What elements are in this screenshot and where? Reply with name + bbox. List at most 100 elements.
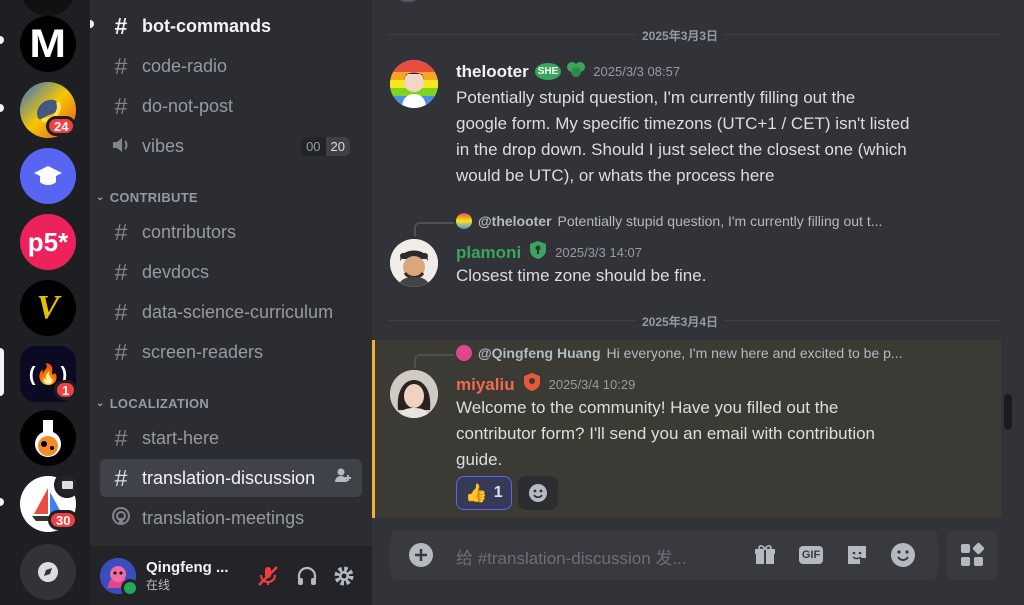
server-sailboat[interactable]: 30: [20, 472, 80, 532]
avatar[interactable]: [100, 557, 139, 597]
she-tag-icon: SHE: [534, 63, 562, 80]
hash-icon: #: [114, 424, 128, 451]
user-status: 在线: [146, 577, 171, 592]
message-timestamp: 2025/3/4 10:29: [548, 377, 636, 392]
server-selected-pill: [0, 348, 4, 396]
message-input[interactable]: 给 #translation-discussion 发...: [456, 544, 687, 569]
reply-connector: [414, 354, 454, 368]
channel-devdocs[interactable]: # devdocs: [100, 253, 362, 291]
channel-translation-meetings[interactable]: translation-meetings: [100, 499, 362, 537]
app-launcher-button[interactable]: [946, 530, 998, 580]
add-attachment-button[interactable]: [408, 542, 434, 568]
channel-start-here[interactable]: # start-here: [100, 419, 362, 457]
thumbs-up-icon: 👍: [465, 482, 488, 503]
category-contribute[interactable]: ⌄ CONTRIBUTE: [96, 190, 198, 205]
server-m-logo[interactable]: M: [20, 16, 76, 72]
server-unread-pill: [0, 498, 4, 506]
hash-icon: #: [114, 464, 128, 491]
flask-icon: [35, 420, 61, 457]
username: Qingfeng ...: [146, 558, 229, 576]
channel-translation-discussion[interactable]: # translation-discussion: [100, 459, 362, 497]
message-composer: 给 #translation-discussion 发... GIF: [390, 530, 938, 580]
avatar[interactable]: [390, 60, 438, 108]
hash-icon: #: [114, 218, 128, 245]
avatar[interactable]: [390, 239, 438, 287]
channel-data-science-curriculum[interactable]: # data-science-curriculum: [100, 293, 362, 331]
headphones-icon[interactable]: [295, 564, 319, 593]
reply-preview[interactable]: @thelooter Potentially stupid question, …: [456, 213, 882, 229]
gift-icon[interactable]: [752, 542, 778, 568]
avatar[interactable]: [390, 370, 438, 418]
message-content: Closest time zone should be fine.: [456, 266, 707, 285]
scrollbar-thumb[interactable]: [1004, 394, 1012, 430]
shield-icon: [529, 240, 547, 265]
message-timestamp: 2025/3/3 08:57: [593, 64, 681, 79]
channel-screen-readers[interactable]: # screen-readers: [100, 333, 362, 371]
smiley-icon: [529, 484, 547, 502]
stage-icon: [110, 505, 132, 532]
hash-icon: #: [114, 12, 128, 39]
hash-icon: #: [114, 298, 128, 325]
channel-contributors[interactable]: # contributors: [100, 213, 362, 251]
server-rail: M 24 p5* V (🔥) 1 30: [0, 0, 90, 605]
graduation-cap-icon: [34, 166, 62, 185]
server-freecodecamp[interactable]: (🔥) 1: [20, 346, 78, 402]
sticker-icon[interactable]: [844, 542, 870, 568]
message-content: Welcome to the community! Have you fille…: [456, 398, 876, 469]
message-header: plamoni 2025/3/3 14:07: [456, 240, 642, 265]
speaker-icon: [110, 133, 132, 160]
gif-button[interactable]: GIF: [798, 542, 824, 568]
hash-icon: #: [114, 92, 128, 119]
channel-vibes[interactable]: vibes 00 20: [100, 127, 362, 165]
mention-badge: 30: [48, 510, 79, 530]
monitor-icon: [54, 472, 80, 498]
mic-muted-icon[interactable]: [256, 564, 280, 593]
chevron-down-icon: ⌄: [96, 398, 105, 409]
channel-code-radio[interactable]: # code-radio: [100, 47, 362, 85]
avatar-image: [390, 239, 438, 287]
user-panel: Qingfeng ... 在线: [90, 546, 372, 605]
emoji-icon[interactable]: [890, 542, 916, 568]
avatar-image: [390, 60, 438, 108]
reply-connector: [414, 222, 454, 236]
date-divider-label: 2025年3月3日: [636, 27, 725, 44]
channel-sidebar: # bot-commands # code-radio # do-not-pos…: [90, 0, 372, 546]
message-author[interactable]: miyaliu: [456, 375, 515, 395]
channel-bot-commands[interactable]: # bot-commands: [100, 7, 362, 45]
user-info[interactable]: Qingfeng ... 在线: [146, 559, 246, 593]
server-v-logo[interactable]: V: [20, 280, 76, 336]
role-badge-icon: [523, 372, 541, 397]
date-divider-label: 2025年3月4日: [636, 313, 725, 330]
clover-icon: [565, 60, 587, 83]
message-content: Potentially stupid question, I'm current…: [456, 88, 910, 185]
add-member-icon[interactable]: [334, 467, 352, 490]
server-partial-top[interactable]: [20, 0, 76, 16]
unread-dot: [90, 20, 94, 28]
partial-message-avatar: [396, 0, 420, 2]
server-graduation[interactable]: [20, 148, 76, 204]
message-timestamp: 2025/3/3 14:07: [555, 245, 642, 260]
reply-preview[interactable]: @Qingfeng Huang Hi everyone, I'm new her…: [456, 345, 903, 361]
server-unread-pill: [0, 104, 4, 112]
message-header: thelooter SHE 2025/3/3 08:57: [456, 60, 680, 83]
compass-icon: [38, 562, 58, 582]
server-p5[interactable]: p5*: [20, 214, 76, 270]
hash-icon: #: [114, 338, 128, 365]
reaction-count: 1: [493, 484, 503, 501]
reaction-thumbs-up[interactable]: 👍 1: [456, 476, 512, 510]
server-python[interactable]: 24: [20, 82, 77, 138]
add-reaction-button[interactable]: [518, 476, 558, 510]
message-author[interactable]: plamoni: [456, 243, 521, 263]
hash-icon: #: [114, 258, 128, 285]
hash-icon: #: [114, 52, 128, 79]
message-author[interactable]: thelooter: [456, 62, 529, 82]
channel-do-not-post[interactable]: # do-not-post: [100, 87, 362, 125]
chat-area: 2025年3月3日 thelooter SHE 2025/3/3 08:57 P…: [372, 0, 1024, 605]
gear-icon[interactable]: [332, 564, 356, 593]
category-localization[interactable]: ⌄ LOCALIZATION: [96, 396, 209, 411]
server-discover[interactable]: [20, 544, 76, 600]
apps-icon: [961, 542, 985, 566]
mention-badge: 24: [46, 116, 77, 136]
server-flask[interactable]: [20, 410, 76, 466]
reply-avatar: [456, 213, 472, 229]
